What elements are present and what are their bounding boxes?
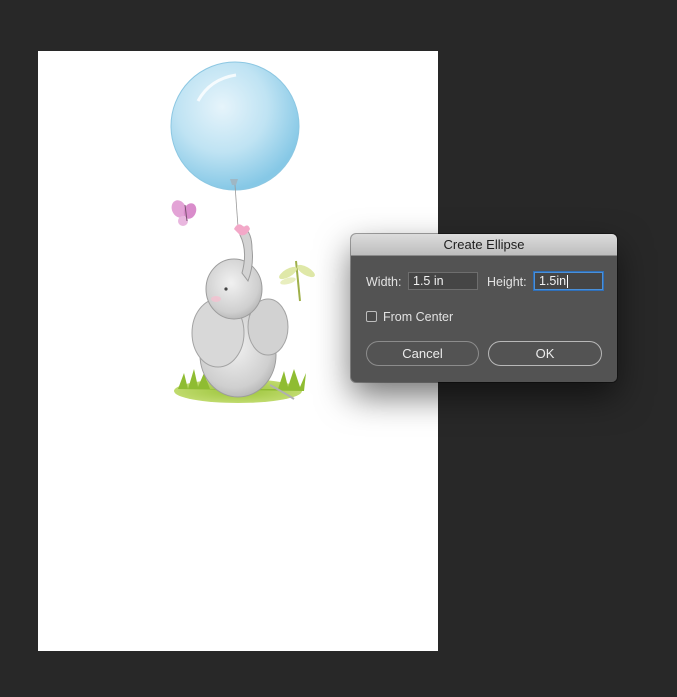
butterfly xyxy=(171,200,197,226)
width-input-value: 1.5 in xyxy=(413,274,444,288)
ok-button[interactable]: OK xyxy=(488,341,602,366)
from-center-checkbox[interactable] xyxy=(366,311,377,322)
workspace: Create Ellipse Width: 1.5 in Height: 1.5… xyxy=(0,0,677,697)
dialog-title: Create Ellipse xyxy=(443,237,525,252)
text-caret xyxy=(567,275,569,289)
dragonfly xyxy=(279,260,315,302)
elephant xyxy=(191,224,295,400)
balloon xyxy=(170,61,300,228)
from-center-label[interactable]: From Center xyxy=(383,309,453,325)
dialog-titlebar[interactable]: Create Ellipse xyxy=(351,234,617,256)
width-input[interactable]: 1.5 in xyxy=(408,272,478,290)
height-label: Height: xyxy=(487,275,527,289)
height-input[interactable]: 1.5in xyxy=(534,272,603,290)
cancel-button[interactable]: Cancel xyxy=(366,341,479,366)
height-input-value: 1.5in xyxy=(539,274,567,288)
width-label: Width: xyxy=(366,275,402,289)
create-ellipse-dialog: Create Ellipse Width: 1.5 in Height: 1.5… xyxy=(351,234,617,382)
